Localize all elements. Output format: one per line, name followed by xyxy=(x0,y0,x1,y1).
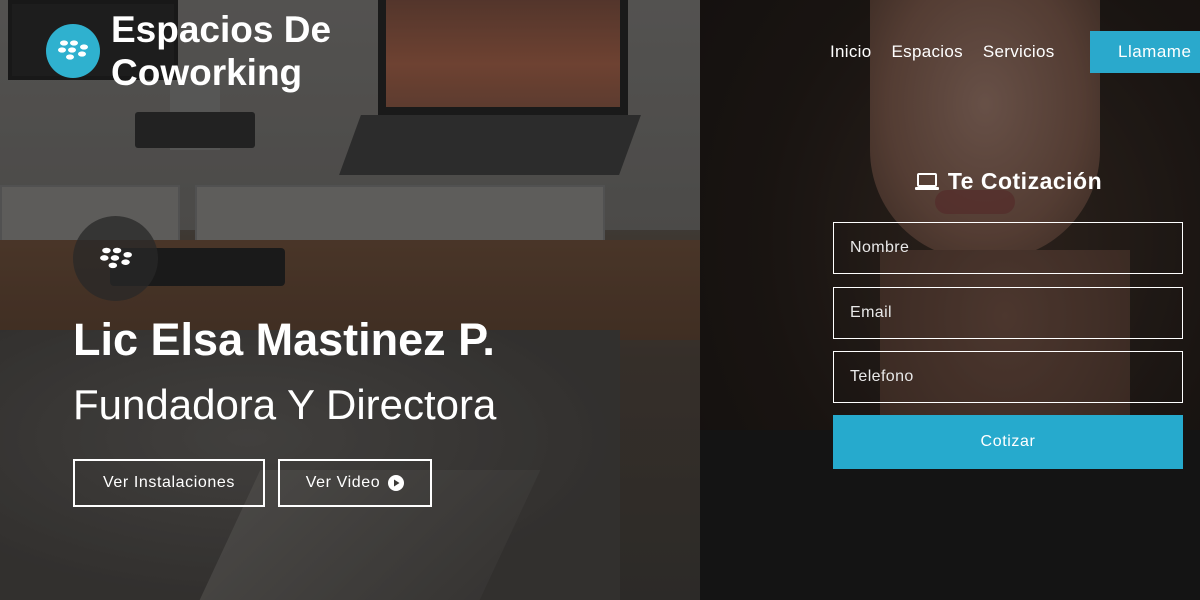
nombre-input[interactable] xyxy=(833,222,1183,274)
ver-video-label: Ver Video xyxy=(305,474,381,491)
nav-item-inicio[interactable]: Inicio xyxy=(820,42,882,62)
quote-form-title-text: Te Cotización xyxy=(947,168,1103,194)
ver-instalaciones-button[interactable]: Ver Instalaciones xyxy=(73,459,265,507)
ver-video-button[interactable]: Ver Video xyxy=(278,459,432,507)
hero-role: Fundadora Y Directora xyxy=(73,381,497,428)
brand-title[interactable]: Espacios De Coworking xyxy=(111,8,411,94)
laptop-icon xyxy=(914,172,939,190)
hero-badge xyxy=(73,216,158,301)
nav-item-espacios[interactable]: Espacios xyxy=(882,42,973,62)
nav-item-servicios[interactable]: Servicios xyxy=(973,42,1065,62)
ver-instalaciones-label: Ver Instalaciones xyxy=(102,474,236,491)
main-nav: Inicio Espacios Servicios xyxy=(820,42,1065,62)
cotizar-button[interactable]: Cotizar xyxy=(833,415,1183,469)
play-circle-icon xyxy=(388,475,405,491)
email-input[interactable] xyxy=(833,287,1183,339)
blackberry-icon xyxy=(99,247,132,268)
telefono-input[interactable] xyxy=(833,351,1183,403)
hero-name: Lic Elsa Mastinez P. xyxy=(73,314,495,365)
brand-title-line1: Espacios De xyxy=(111,9,332,50)
quote-form-title: Te Cotización xyxy=(833,168,1183,195)
call-button[interactable]: Llamame xyxy=(1090,31,1200,73)
blackberry-icon xyxy=(58,40,88,60)
brand-title-line2: Coworking xyxy=(111,52,303,93)
logo[interactable] xyxy=(46,24,100,78)
